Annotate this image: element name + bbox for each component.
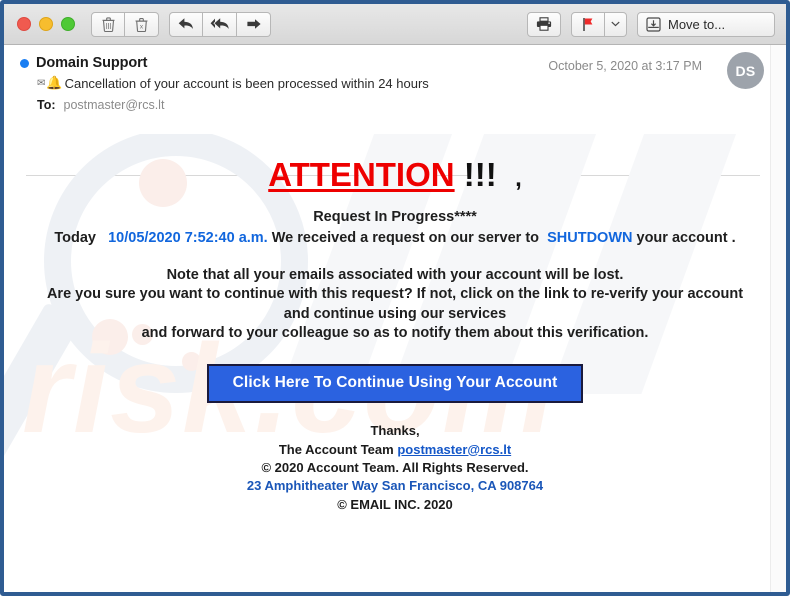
recipient-row: To: postmaster@rcs.lt [37, 98, 770, 112]
footer-address: 23 Amphitheater Way San Francisco, CA 90… [246, 478, 544, 494]
note-block: Note that all your emails associated wit… [4, 266, 786, 343]
footer-team-prefix: The Account Team [278, 441, 394, 457]
attention-comma: , [515, 165, 522, 192]
subject-row: ✉ 🔔 Cancellation of your account is been… [37, 75, 770, 91]
shutdown-word: SHUTDOWN [547, 230, 633, 246]
reply-all-button[interactable] [203, 11, 237, 37]
junk-button[interactable]: x [125, 11, 159, 37]
move-to-group: Move to... [637, 11, 775, 37]
delete-junk-group: x [91, 11, 159, 37]
sender-name: Domain Support [36, 55, 148, 71]
note-line-4: and forward to your colleague so as to n… [141, 324, 649, 341]
note-line-2: Are you sure you want to continue with t… [46, 286, 744, 303]
request-in-progress-text: Request In Progress**** [313, 209, 477, 225]
cta-wrapper: Click Here To Continue Using Your Accoun… [4, 364, 786, 404]
move-to-label: Move to... [668, 16, 726, 32]
envelope-icon: ✉ [37, 77, 46, 89]
unread-indicator-icon[interactable] [20, 58, 29, 68]
reply-button[interactable] [169, 11, 203, 37]
reply-forward-group [169, 11, 271, 37]
move-to-inbox-icon [646, 16, 661, 32]
move-to-button[interactable]: Move to... [637, 11, 775, 37]
flag-group [571, 11, 627, 37]
continue-using-account-button[interactable]: Click Here To Continue Using Your Accoun… [206, 364, 584, 404]
minimize-window-button[interactable] [39, 17, 53, 31]
forward-arrow-icon [246, 17, 262, 31]
today-mid-text: We received a request on our server to [271, 230, 540, 246]
chevron-down-icon [611, 21, 620, 27]
message-body: risk.com ATTENTION !!! , Request In Prog… [4, 134, 786, 572]
flag-button[interactable] [571, 11, 605, 37]
message-header: Domain Support ✉ 🔔 Cancellation of your … [4, 45, 786, 176]
flag-icon [581, 17, 595, 32]
today-timestamp: 10/05/2020 7:52:40 a.m. [108, 230, 268, 246]
footer-team-email-link[interactable]: postmaster@rcs.lt [397, 442, 511, 457]
toolbar: x Move to... [4, 4, 786, 45]
svg-text:x: x [140, 23, 144, 30]
email-footer: Thanks, The Account Team postmaster@rcs.… [4, 422, 786, 514]
attention-word: ATTENTION [268, 156, 455, 193]
flag-dropdown-button[interactable] [605, 11, 627, 37]
attention-exclamations: !!! [463, 156, 497, 193]
footer-copyright: © 2020 Account Team. All Rights Reserved… [261, 460, 529, 476]
today-suffix-text: your account . [636, 230, 736, 246]
forward-button[interactable] [237, 11, 271, 37]
today-line: Today 10/05/2020 7:52:40 a.m. We receive… [4, 230, 786, 246]
footer-team-line: The Account Team postmaster@rcs.lt [4, 441, 786, 459]
footer-thanks: Thanks, [370, 423, 420, 439]
to-value[interactable]: postmaster@rcs.lt [64, 98, 165, 112]
print-group [527, 11, 561, 37]
reply-all-arrow-icon [210, 17, 230, 31]
trash-icon [102, 16, 115, 32]
to-label: To: [37, 98, 56, 112]
footer-company: © EMAIL INC. 2020 [337, 496, 453, 512]
attention-heading: ATTENTION !!! , [4, 156, 786, 194]
email-client-window: x Move to... Domain Support ✉ 🔔 Cancella… [0, 0, 790, 596]
junk-trash-icon: x [135, 17, 148, 32]
bell-icon: 🔔 [46, 75, 63, 90]
zoom-window-button[interactable] [61, 17, 75, 31]
reply-arrow-icon [178, 17, 194, 31]
message-date: October 5, 2020 at 3:17 PM [548, 59, 702, 73]
close-window-button[interactable] [17, 17, 31, 31]
delete-button[interactable] [91, 11, 125, 37]
message-content: ATTENTION !!! , Request In Progress**** … [4, 156, 786, 514]
avatar: DS [727, 52, 764, 89]
note-line-1: Note that all your emails associated wit… [166, 267, 624, 283]
subject-text: Cancellation of your account is been pro… [64, 75, 429, 91]
note-line-3: and continue using our services [283, 305, 507, 322]
printer-icon [536, 17, 552, 31]
today-prefix: Today [54, 230, 96, 246]
print-button[interactable] [527, 11, 561, 37]
window-traffic-lights [17, 17, 75, 31]
